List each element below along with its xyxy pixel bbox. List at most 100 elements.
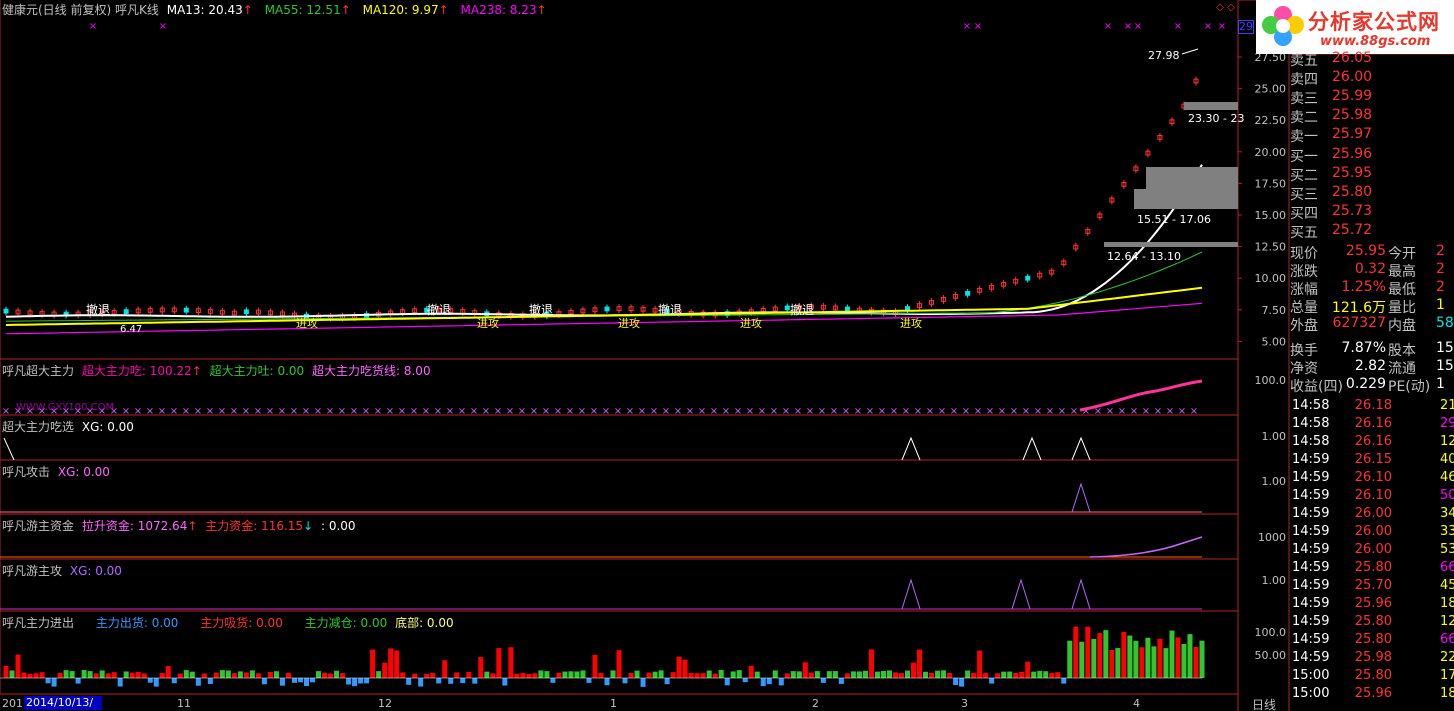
bid-row[interactable]: 买五 25.72 bbox=[1290, 222, 1454, 241]
tick-row[interactable]: 14:59 25.70 45 bbox=[1290, 578, 1454, 596]
tick-row[interactable]: 14:59 26.00 53 bbox=[1290, 542, 1454, 560]
panel1-marker: × bbox=[686, 406, 694, 417]
panel6-bar bbox=[1091, 638, 1097, 678]
panel6-bar bbox=[898, 673, 904, 678]
panel6-bar bbox=[63, 670, 69, 678]
panel6-value-a: 主力出货: 0.00 bbox=[95, 616, 179, 630]
panel1-marker: × bbox=[1166, 406, 1174, 417]
period-label[interactable]: 日线 bbox=[1252, 696, 1276, 711]
panel6-bar bbox=[123, 671, 129, 678]
panel6-bar bbox=[87, 671, 93, 678]
fund-value: 0.229 bbox=[1345, 376, 1386, 392]
kline-candle bbox=[183, 307, 189, 313]
panel1-marker: × bbox=[1142, 406, 1150, 417]
panel6-bar bbox=[15, 654, 21, 678]
panel1-marker: × bbox=[842, 406, 850, 417]
kline-candle bbox=[1025, 275, 1031, 281]
panel1-marker: × bbox=[374, 406, 382, 417]
tick-volume: 18 bbox=[1440, 686, 1454, 701]
ask-row[interactable]: 卖一 25.97 bbox=[1290, 126, 1454, 145]
logo-url: www.88gs.com bbox=[1320, 34, 1431, 49]
stock-code[interactable]: 29 bbox=[1238, 20, 1254, 34]
tick-row[interactable]: 14:58 26.16 122 bbox=[1290, 434, 1454, 452]
panel6-bar bbox=[610, 670, 616, 678]
panel1-marker: × bbox=[554, 406, 562, 417]
ask-row[interactable]: 卖四 26.00 bbox=[1290, 69, 1454, 88]
panel6-bar bbox=[694, 673, 700, 678]
panel1-marker: × bbox=[590, 406, 598, 417]
panel6-bar bbox=[929, 672, 935, 678]
panel6-bar bbox=[376, 671, 382, 678]
fund-row[interactable]: 收益(四) 0.229 PE(动) 1 bbox=[1290, 376, 1454, 395]
tick-time: 14:58 bbox=[1292, 416, 1330, 431]
tick-row[interactable]: 14:59 25.80 66 bbox=[1290, 632, 1454, 650]
bid-row[interactable]: 买一 25.96 bbox=[1290, 146, 1454, 165]
tick-row[interactable]: 14:58 26.18 21 bbox=[1290, 398, 1454, 416]
panel1-marker: × bbox=[518, 406, 526, 417]
bid-row[interactable]: 买三 25.80 bbox=[1290, 184, 1454, 203]
panel6-bar bbox=[977, 650, 983, 678]
tick-price: 26.15 bbox=[1354, 452, 1392, 467]
panel6-bar bbox=[255, 673, 261, 678]
panel6-bar bbox=[1043, 671, 1049, 678]
tick-row[interactable]: 14:59 25.80 12 bbox=[1290, 614, 1454, 632]
panel6-bar bbox=[418, 678, 424, 687]
tick-row[interactable]: 14:59 26.10 466 bbox=[1290, 470, 1454, 488]
stat-value: 1 bbox=[1436, 297, 1445, 313]
panel6-bar bbox=[790, 671, 796, 678]
panel6-bar bbox=[1001, 671, 1007, 678]
ask-row[interactable]: 卖三 25.99 bbox=[1290, 88, 1454, 107]
panel6-bar bbox=[322, 672, 328, 678]
stat-row[interactable]: 涨幅 1.25% 最低 2 bbox=[1290, 279, 1454, 298]
panel1-marker: × bbox=[218, 406, 226, 417]
ask-row[interactable]: 卖二 25.98 bbox=[1290, 107, 1454, 126]
panel6-bar bbox=[484, 671, 490, 678]
panel6-bar bbox=[652, 671, 658, 678]
tick-row[interactable]: 14:59 25.98 22 bbox=[1290, 650, 1454, 668]
panel6-bar bbox=[712, 673, 718, 678]
stat-row[interactable]: 涨跌 0.32 最高 2 bbox=[1290, 261, 1454, 280]
tick-row[interactable]: 14:59 25.80 66 bbox=[1290, 560, 1454, 578]
panel6-bar bbox=[111, 672, 117, 678]
tick-volume: 40 bbox=[1440, 452, 1454, 467]
tick-row[interactable]: 14:59 26.00 33 bbox=[1290, 524, 1454, 542]
fund-label: 流通 bbox=[1388, 361, 1416, 377]
bid-row[interactable]: 买二 25.95 bbox=[1290, 165, 1454, 184]
ask-row[interactable]: 卖五 26.05 bbox=[1290, 50, 1454, 69]
tick-row[interactable]: 15:00 25.80 17 bbox=[1290, 668, 1454, 686]
bid-row[interactable]: 买四 25.73 bbox=[1290, 203, 1454, 222]
panel4-value-c: : 0.00 bbox=[320, 519, 356, 533]
tick-volume: 66 bbox=[1440, 560, 1454, 575]
panel6-bar bbox=[850, 671, 856, 678]
fund-row[interactable]: 换手 7.87% 股本 15 bbox=[1290, 340, 1454, 359]
tick-price: 26.00 bbox=[1354, 542, 1392, 557]
panel6-bar bbox=[532, 673, 538, 678]
tick-row[interactable]: 14:59 26.00 340 bbox=[1290, 506, 1454, 524]
fund-row[interactable]: 净资 2.82 流通 15 bbox=[1290, 358, 1454, 377]
stat-row[interactable]: 总量 121.6万 量比 1 bbox=[1290, 297, 1454, 316]
panel6-bar bbox=[1139, 647, 1145, 678]
tick-row[interactable]: 14:58 26.16 29 bbox=[1290, 416, 1454, 434]
panel2-signal bbox=[1022, 436, 1042, 461]
ask-label: 卖一 bbox=[1290, 129, 1318, 145]
tick-price: 26.16 bbox=[1354, 416, 1392, 431]
stock-title: 健康元(日线 前复权) bbox=[2, 3, 112, 17]
stat-row[interactable]: 外盘 627327 内盘 58 bbox=[1290, 315, 1454, 334]
panel6-bar bbox=[81, 670, 87, 678]
tick-row[interactable]: 14:59 25.96 18 bbox=[1290, 596, 1454, 614]
panel6-value-b: 主力吸货: 0.00 bbox=[200, 616, 283, 630]
tick-volume: 53 bbox=[1440, 542, 1454, 557]
panel6-bar bbox=[526, 673, 532, 678]
tick-row[interactable]: 15:00 25.96 18 bbox=[1290, 686, 1454, 704]
panel6-bar bbox=[352, 678, 358, 687]
panel6-bar bbox=[346, 678, 352, 685]
panel6-bar bbox=[316, 671, 322, 678]
kline-main-svg[interactable]: 27.5025.0022.5020.0017.5015.0012.5010.00… bbox=[0, 0, 1454, 711]
signal-marker: × bbox=[974, 21, 982, 32]
panel1-marker: × bbox=[962, 406, 970, 417]
stat-row[interactable]: 现价 25.95 今开 2 bbox=[1290, 243, 1454, 262]
price-axis-label: 5.00 bbox=[1262, 335, 1287, 348]
tick-price: 26.00 bbox=[1354, 506, 1392, 521]
tick-row[interactable]: 14:59 26.15 40 bbox=[1290, 452, 1454, 470]
tick-row[interactable]: 14:59 26.10 50 bbox=[1290, 488, 1454, 506]
